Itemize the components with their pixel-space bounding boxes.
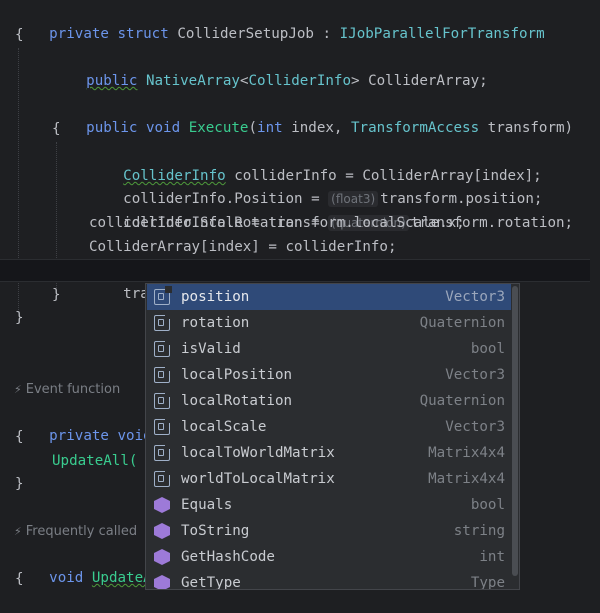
code-line-1: private struct ColliderSetupJob : IJobPa… <box>15 0 600 42</box>
method-icon <box>154 549 170 565</box>
completion-name: localScale <box>181 419 267 435</box>
scrollbar-thumb[interactable] <box>512 286 518 576</box>
completion-name: GetHashCode <box>181 549 275 565</box>
close-brace: } <box>15 310 24 326</box>
completion-type: Vector3 <box>445 419 505 435</box>
completion-name: localToWorldMatrix <box>181 445 335 461</box>
close-brace: } <box>52 287 61 303</box>
completion-item[interactable]: GetHashCode int <box>147 544 511 570</box>
property-icon <box>154 286 172 305</box>
completion-name: ToString <box>181 523 250 539</box>
code-vision-annotation[interactable]: ⚡ Event function <box>14 380 120 400</box>
method-call: UpdateAll( <box>52 453 138 469</box>
open-brace: { <box>15 27 24 43</box>
keyword-public: public <box>86 73 138 89</box>
open-brace: { <box>52 121 61 137</box>
completion-name: GetType <box>181 575 241 590</box>
property-icon <box>154 364 172 383</box>
completion-name: localRotation <box>181 393 293 409</box>
completion-type: bool <box>470 497 505 513</box>
method-icon <box>154 523 170 539</box>
completion-name: Equals <box>181 497 233 513</box>
completion-item[interactable]: localScale Vector3 <box>147 414 511 440</box>
completion-type: Vector3 <box>445 289 505 305</box>
property-icon <box>154 312 172 331</box>
completion-item[interactable]: localToWorldMatrix Matrix4x4 <box>147 440 511 466</box>
field-name: ColliderArray; <box>359 73 488 89</box>
code-line-10: colliderInfo.Scale = transform.localScal… <box>89 212 600 235</box>
completion-type: Matrix4x4 <box>428 445 505 461</box>
completion-type: Quaternion <box>419 315 505 331</box>
completion-name: rotation <box>181 315 250 331</box>
frequently-called-icon: ⚡ <box>14 525 22 538</box>
completion-type: int <box>479 549 505 565</box>
statement-text: colliderInfo.Scale = transform.localScal… <box>89 215 465 231</box>
property-icon <box>154 338 172 357</box>
method-icon <box>154 575 170 589</box>
completion-type: Vector3 <box>445 367 505 383</box>
completion-item[interactable]: position Vector3 <box>147 284 511 310</box>
property-icon <box>154 390 172 409</box>
open-brace: { <box>15 429 24 445</box>
code-line-9: colliderInfo.Rotation = (quaternion) tran… <box>89 189 600 231</box>
completion-item[interactable]: worldToLocalMatrix Matrix4x4 <box>147 466 511 492</box>
type-nativearray: NativeArray <box>145 73 240 89</box>
close-brace: } <box>15 476 24 492</box>
completion-item[interactable]: GetType Type <box>147 570 511 590</box>
completion-name: localPosition <box>181 367 293 383</box>
code-vision-annotation[interactable]: ⚡ Frequently called <box>14 522 137 542</box>
angle-close: > <box>350 73 360 89</box>
current-line[interactable]: transform. <box>0 259 590 302</box>
completion-item[interactable]: localPosition Vector3 <box>147 362 511 388</box>
completion-type: Type <box>470 575 505 590</box>
completion-item[interactable]: isValid bool <box>147 336 511 362</box>
completion-type: Matrix4x4 <box>428 471 505 487</box>
code-line-6: { <box>52 118 600 141</box>
open-brace: { <box>15 571 24 587</box>
type-colliderinfo: ColliderInfo <box>248 73 351 89</box>
property-icon <box>154 468 172 487</box>
method-icon <box>154 497 170 513</box>
completion-type: Quaternion <box>419 393 505 409</box>
code-line-2: { <box>15 24 600 47</box>
completion-name: isValid <box>181 341 241 357</box>
annotation-label: Frequently called <box>25 524 138 539</box>
completion-item[interactable]: ToString string <box>147 518 511 544</box>
completion-name: worldToLocalMatrix <box>181 471 335 487</box>
completion-item[interactable]: Equals bool <box>147 492 511 518</box>
completion-item[interactable]: rotation Quaternion <box>147 310 511 336</box>
code-line-11: ColliderArray[index] = colliderInfo; <box>89 236 600 259</box>
code-line-7: ColliderInfo colliderInfo = ColliderArra… <box>89 142 600 184</box>
annotation-label: Event function <box>25 382 121 397</box>
event-function-icon: ⚡ <box>14 383 22 396</box>
statement-text: ColliderArray[index] = colliderInfo; <box>89 239 397 255</box>
code-line-5: public void Execute(int index, Transform… <box>52 94 600 136</box>
completion-item[interactable]: localRotation Quaternion <box>147 388 511 414</box>
completion-popup[interactable]: position Vector3 rotation Quaternion isV… <box>145 283 520 590</box>
completion-type: string <box>453 523 505 539</box>
property-icon <box>154 442 172 461</box>
completion-name: position <box>181 289 250 305</box>
completion-scrollbar[interactable] <box>511 284 519 589</box>
completion-type: bool <box>470 341 505 357</box>
property-icon <box>154 416 172 435</box>
code-line-3: public NativeArray<ColliderInfo> Collide… <box>52 47 600 89</box>
code-line-8: colliderInfo.Position = (float3) transfor… <box>89 165 600 207</box>
